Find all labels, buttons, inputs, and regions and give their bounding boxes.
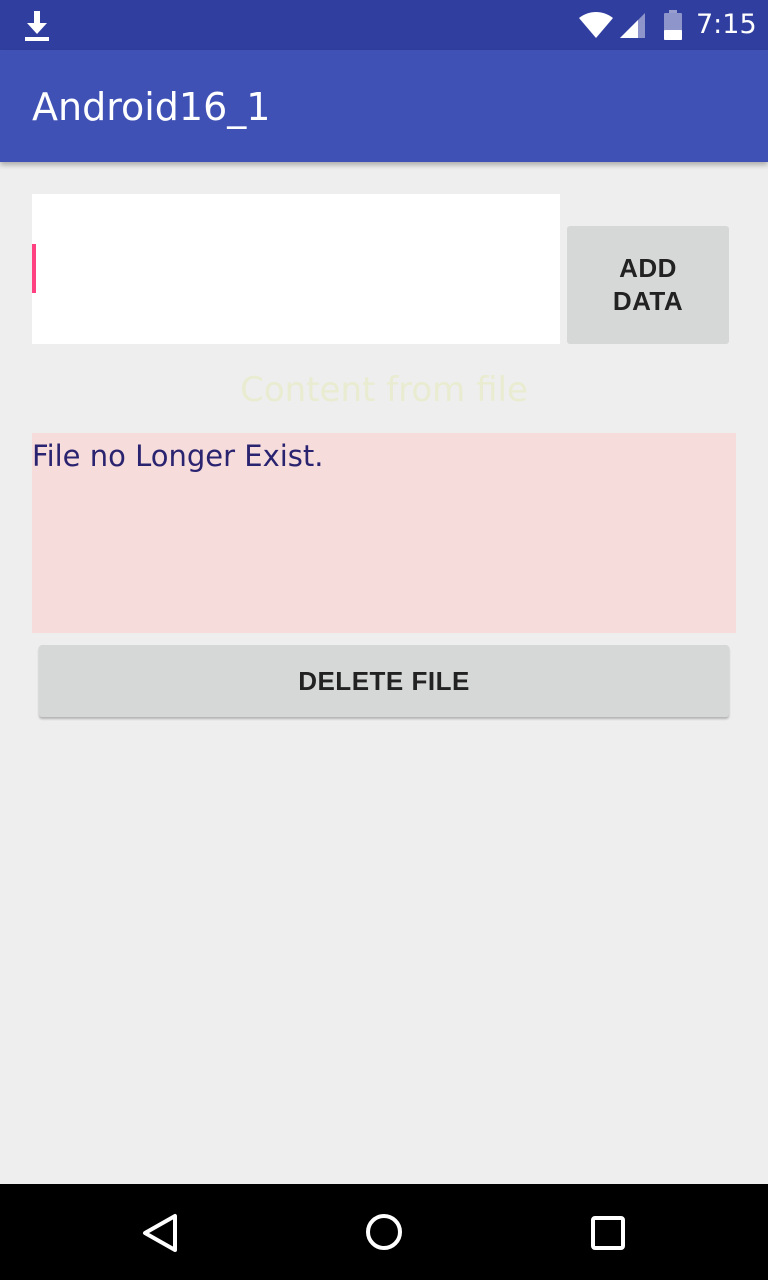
add-data-button[interactable]: ADD DATA (567, 226, 729, 344)
back-icon[interactable] (139, 1212, 181, 1254)
delete-file-button[interactable]: DELETE FILE (39, 645, 729, 717)
wifi-icon (579, 12, 613, 38)
battery-icon (664, 10, 682, 40)
recents-icon[interactable] (588, 1213, 628, 1253)
status-time: 7:15 (696, 9, 757, 40)
text-cursor (32, 244, 36, 293)
home-icon[interactable] (362, 1210, 406, 1254)
status-bar: 7:15 (0, 0, 768, 50)
download-icon (25, 11, 49, 41)
file-content-text: File no Longer Exist. (32, 439, 324, 473)
content-heading: Content from file (240, 370, 528, 410)
signal-icon (620, 13, 645, 38)
app-bar: Android16_1 (0, 50, 768, 162)
app-title: Android16_1 (32, 85, 271, 129)
data-input[interactable] (32, 194, 560, 344)
navigation-bar (0, 1184, 768, 1280)
file-content-area: File no Longer Exist. (32, 433, 736, 633)
